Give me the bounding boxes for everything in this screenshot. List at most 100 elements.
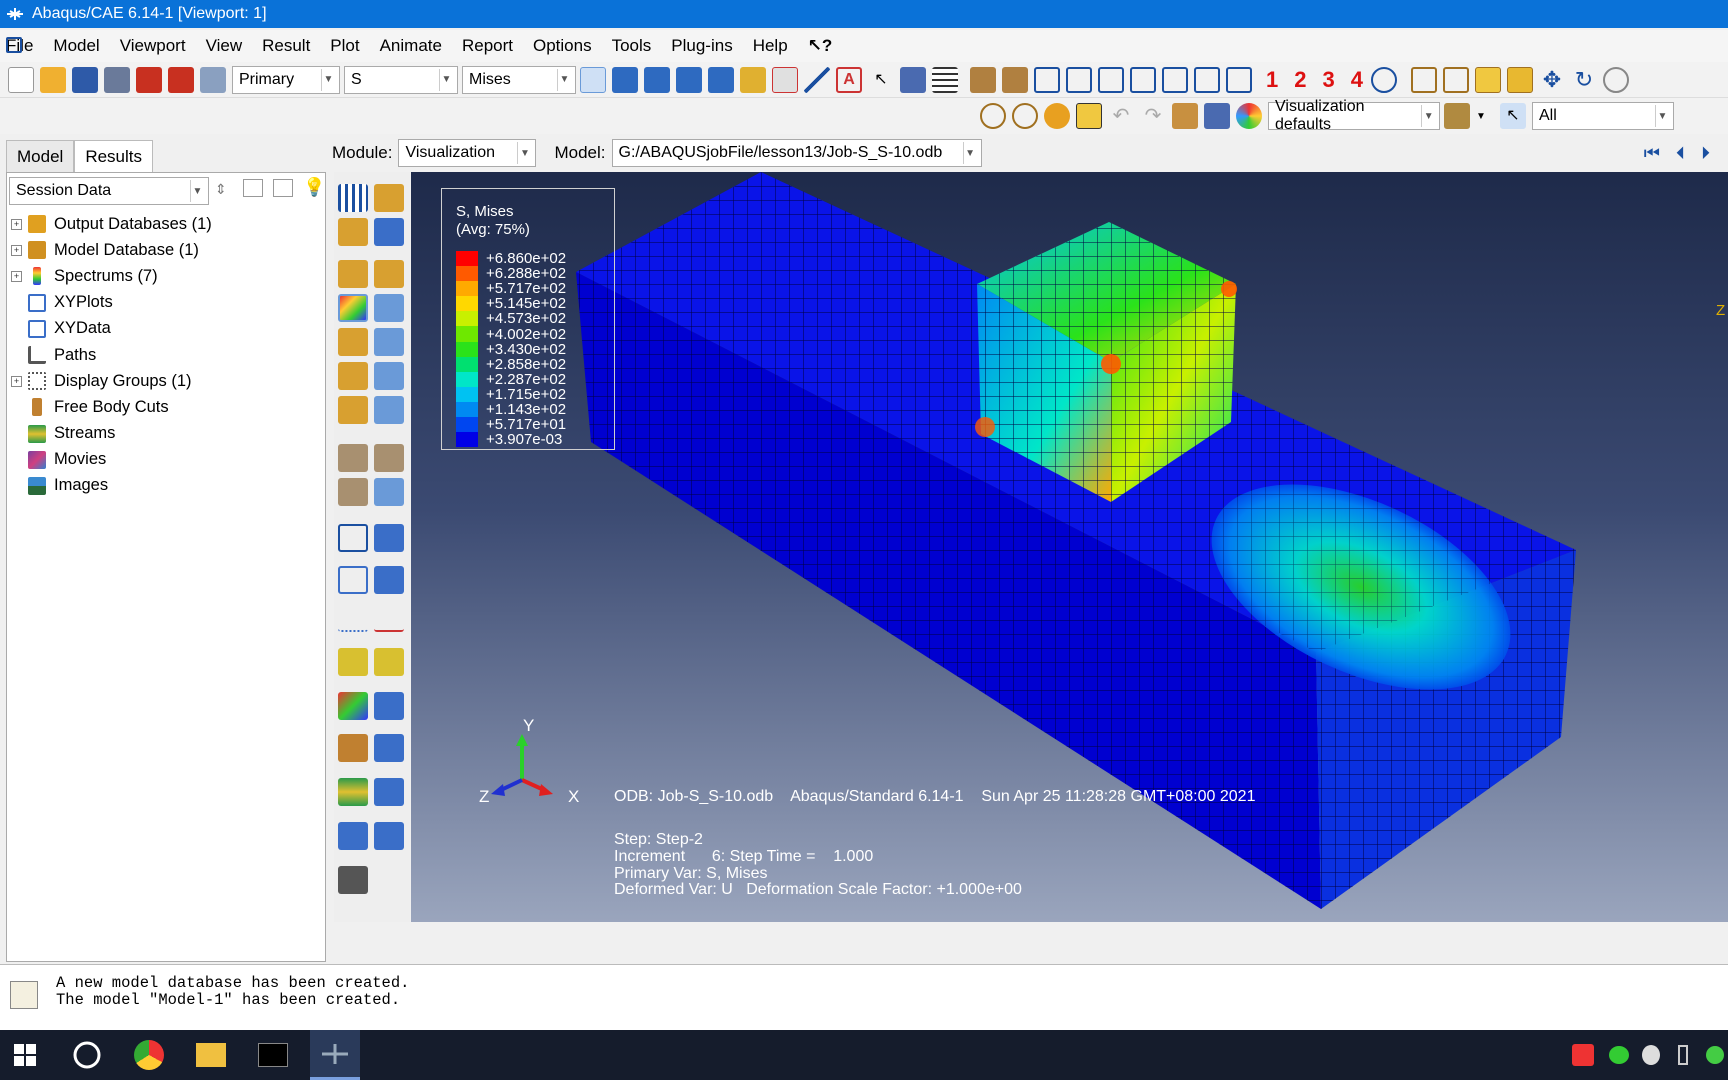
color-code-icon[interactable] xyxy=(1236,103,1262,129)
layout-horizontal-icon[interactable] xyxy=(676,66,702,93)
tree-item-movies[interactable]: Movies xyxy=(11,447,212,473)
hidden-line-icon[interactable] xyxy=(1443,66,1469,93)
animation-options-icon[interactable] xyxy=(374,478,404,506)
print-icon[interactable] xyxy=(104,66,130,93)
rotate-icon[interactable]: ↻ xyxy=(1571,67,1597,93)
open-icon[interactable] xyxy=(40,66,66,93)
plot-material-orientations-icon[interactable] xyxy=(338,362,368,390)
view-iso-icon[interactable] xyxy=(1226,66,1252,93)
tree-item-xydata[interactable]: XYData xyxy=(11,316,212,342)
text-annotation-icon[interactable]: A xyxy=(836,66,862,93)
orientation-options-icon[interactable] xyxy=(374,362,404,390)
create-path-icon[interactable] xyxy=(338,604,368,632)
symbol-options-icon[interactable] xyxy=(374,328,404,356)
create-movie-icon[interactable] xyxy=(338,778,368,806)
tree-expand-icon[interactable] xyxy=(273,179,293,197)
tree-item-images[interactable]: Images xyxy=(11,473,212,499)
file-explorer-icon[interactable] xyxy=(186,1030,236,1080)
sphere-icon[interactable] xyxy=(1044,103,1070,129)
view-zx-icon[interactable] xyxy=(1098,66,1124,93)
view-2-button[interactable]: 2 xyxy=(1294,67,1306,93)
menu-report[interactable]: Report xyxy=(462,36,513,56)
undo-icon[interactable]: ↶ xyxy=(1108,103,1134,129)
view-4-button[interactable]: 4 xyxy=(1351,67,1363,93)
plot-deformed-icon[interactable] xyxy=(374,184,404,212)
selection-filter-combo[interactable]: All ▼ xyxy=(1532,102,1674,130)
menu-animate[interactable]: Animate xyxy=(380,36,442,56)
object-icon[interactable] xyxy=(1172,103,1198,129)
selection-arrow-icon[interactable]: ↖ xyxy=(1500,103,1526,129)
export-icon[interactable] xyxy=(168,66,194,93)
chrome-icon[interactable] xyxy=(124,1030,174,1080)
view-yx-icon[interactable] xyxy=(1066,66,1092,93)
message-area-icon[interactable] xyxy=(10,981,38,1009)
path-manager-icon[interactable] xyxy=(374,604,404,632)
create-xy-data-icon[interactable] xyxy=(338,566,368,594)
display-group-manager-icon[interactable] xyxy=(374,648,404,676)
table-icon[interactable] xyxy=(900,66,926,93)
select-pointer-icon[interactable]: ↖ xyxy=(868,67,894,93)
network-icon[interactable] xyxy=(1702,1030,1728,1080)
movie-manager-icon[interactable] xyxy=(374,778,404,806)
chevron-down-icon[interactable]: ▼ xyxy=(1476,111,1490,122)
abaqus-taskbar-icon[interactable] xyxy=(310,1030,360,1080)
menu-model[interactable]: Model xyxy=(53,36,99,56)
tree-item-model-database[interactable]: + Model Database (1) xyxy=(11,237,212,263)
animate-harmonic-icon[interactable] xyxy=(338,478,368,506)
viewport-canvas[interactable]: S, Mises (Avg: 75%) +6.860e+02 +6.288e+02… xyxy=(411,172,1728,922)
context-help-icon[interactable]: ↖? xyxy=(808,36,833,56)
display-options-icon[interactable] xyxy=(1444,103,1470,129)
menu-help[interactable]: Help xyxy=(753,36,788,56)
list-icon[interactable] xyxy=(932,66,958,93)
axis-triad-icon[interactable] xyxy=(1371,66,1397,93)
field-combo[interactable]: S ▼ xyxy=(344,65,458,94)
xy-data-manager-icon[interactable] xyxy=(374,566,404,594)
boolean-union-icon[interactable] xyxy=(980,103,1006,129)
create-stream-icon[interactable] xyxy=(338,734,368,762)
menu-options[interactable]: Options xyxy=(533,36,592,56)
terminal-icon[interactable] xyxy=(248,1030,298,1080)
wechat-icon[interactable] xyxy=(1606,1030,1632,1080)
zoom-icon[interactable] xyxy=(1603,66,1629,93)
view-cut-icon[interactable] xyxy=(338,524,368,552)
plot-undeformed-icon[interactable] xyxy=(338,184,368,212)
animate-scale-factor-icon[interactable] xyxy=(338,444,368,472)
view-zy-icon[interactable] xyxy=(1194,66,1220,93)
layout-single-icon[interactable] xyxy=(612,66,638,93)
ruler-icon[interactable] xyxy=(970,66,996,93)
tree-item-display-groups[interactable]: + Display Groups (1) xyxy=(11,368,212,394)
tree-item-free-body-cuts[interactable]: Free Body Cuts xyxy=(11,394,212,420)
query-tool-icon[interactable] xyxy=(338,866,368,894)
allow-multiple-plot-states-icon[interactable] xyxy=(338,396,368,424)
pick-tool-icon[interactable] xyxy=(1076,103,1102,129)
filled-icon[interactable] xyxy=(1475,66,1501,93)
plot-contours-deformed-icon[interactable] xyxy=(338,260,368,288)
view-lens-icon[interactable] xyxy=(740,66,766,93)
contour-legend[interactable]: S, Mises (Avg: 75%) +6.860e+02 +6.288e+02… xyxy=(441,188,615,450)
color-code-combo[interactable]: Visualization defaults ▼ xyxy=(1268,98,1440,133)
create-display-group-icon[interactable] xyxy=(338,648,368,676)
layout-vertical-icon[interactable] xyxy=(708,66,734,93)
session-data-combo[interactable]: Session Data ▼ xyxy=(9,177,209,205)
expand-plus-icon[interactable]: + xyxy=(11,270,22,282)
tree-item-paths[interactable]: Paths xyxy=(11,342,212,368)
first-frame-icon[interactable]: ⏮ xyxy=(1644,143,1660,164)
view-cut-manager-icon[interactable] xyxy=(374,524,404,552)
arrow-annotation-icon[interactable] xyxy=(804,66,830,93)
pan-icon[interactable]: ✥ xyxy=(1539,67,1565,93)
image-manager-icon[interactable] xyxy=(374,822,404,850)
shaded-icon[interactable] xyxy=(1507,66,1533,93)
tree-item-spectrums[interactable]: + Spectrums (7) xyxy=(11,263,212,289)
step-frame-icon[interactable] xyxy=(200,66,226,93)
view-3-button[interactable]: 3 xyxy=(1323,67,1335,93)
menu-viewport[interactable]: Viewport xyxy=(120,36,186,56)
lightbulb-icon[interactable]: 💡 xyxy=(303,177,325,198)
menu-result[interactable]: Result xyxy=(262,36,310,56)
redo-icon[interactable]: ↷ xyxy=(1140,103,1166,129)
tab-model[interactable]: Model xyxy=(6,140,75,172)
menu-tools[interactable]: Tools xyxy=(612,36,652,56)
pinwheel-app-icon[interactable] xyxy=(62,1030,112,1080)
save-icon[interactable] xyxy=(72,66,98,93)
display-group-icon[interactable] xyxy=(1204,103,1230,129)
usb-icon[interactable] xyxy=(1670,1030,1696,1080)
